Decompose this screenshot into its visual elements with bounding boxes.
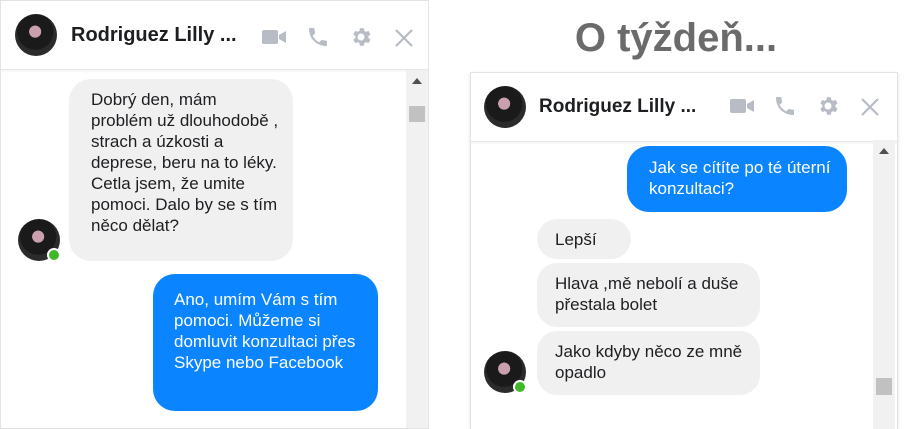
gear-icon[interactable] xyxy=(347,23,375,51)
chat-header: Rodriguez Lilly ... xyxy=(471,73,897,142)
contact-name[interactable]: Rodriguez Lilly ... xyxy=(539,96,696,118)
video-camera-icon[interactable] xyxy=(728,92,756,120)
page-title: O týždeň... xyxy=(574,16,778,60)
message-outgoing: Jak se cítíte po té úterní konzultaci? xyxy=(627,146,847,212)
scroll-up-arrow[interactable] xyxy=(879,148,889,154)
message-incoming: Hlava ,mě nebolí a duše přestala bolet xyxy=(537,263,760,327)
sender-avatar[interactable] xyxy=(484,351,527,394)
message-incoming: Lepší xyxy=(537,219,631,259)
gear-icon[interactable] xyxy=(814,92,842,120)
sender-avatar[interactable] xyxy=(18,219,61,262)
video-camera-icon[interactable] xyxy=(260,23,288,51)
phone-icon[interactable] xyxy=(304,23,332,51)
online-status-dot xyxy=(513,380,527,394)
online-status-dot xyxy=(47,248,61,262)
avatar[interactable] xyxy=(484,86,526,128)
message-incoming: Dobrý den, mám problém už dlouhodobě , s… xyxy=(69,79,293,261)
contact-name[interactable]: Rodriguez Lilly ... xyxy=(71,24,237,47)
chat-window-1: Rodriguez Lilly ... Dobrý den, mám probl… xyxy=(0,0,429,429)
avatar[interactable] xyxy=(15,14,57,56)
message-outgoing: Ano, umím Vám s tím pomoci. Můžeme si do… xyxy=(153,274,378,411)
chat-header: Rodriguez Lilly ... xyxy=(1,1,428,70)
scroll-up-arrow[interactable] xyxy=(412,78,422,84)
close-icon[interactable] xyxy=(390,24,418,52)
close-icon[interactable] xyxy=(856,93,884,121)
message-incoming: Jako kdyby něco ze mně opadlo xyxy=(537,331,760,395)
scrollbar[interactable] xyxy=(873,140,895,429)
scroll-thumb[interactable] xyxy=(409,106,425,122)
scrollbar[interactable] xyxy=(406,70,428,428)
phone-icon[interactable] xyxy=(771,92,799,120)
chat-window-2: Rodriguez Lilly ... Jak se cítíte po té … xyxy=(470,72,898,429)
scroll-thumb[interactable] xyxy=(876,378,892,395)
